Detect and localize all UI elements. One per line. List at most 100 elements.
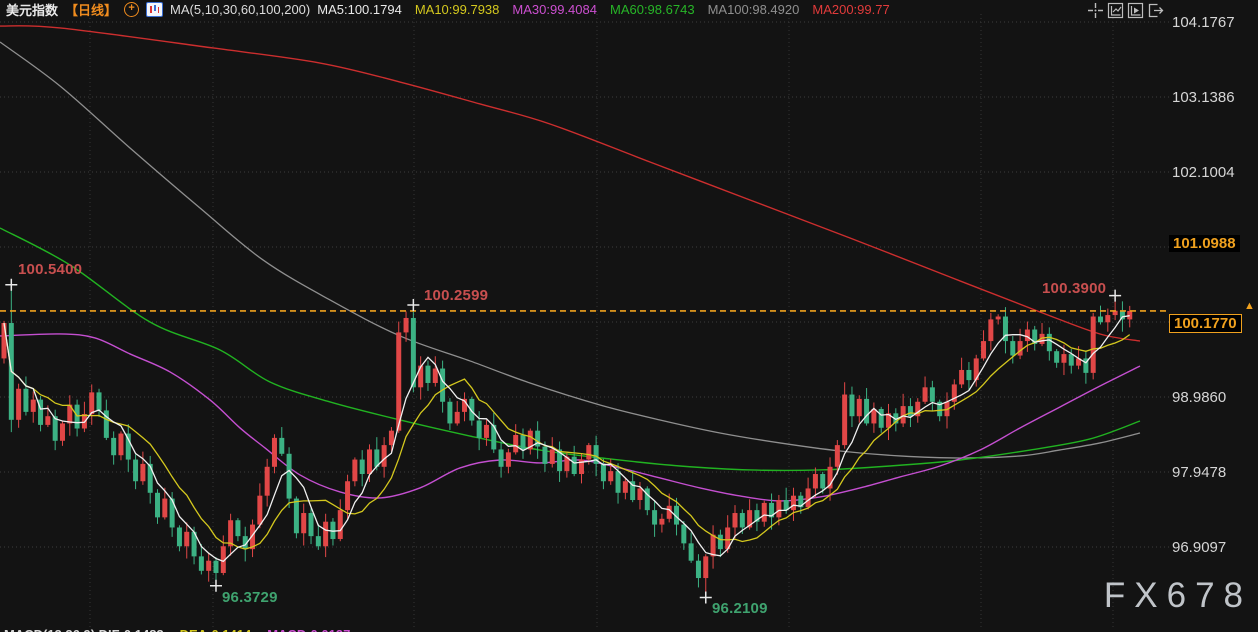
current-price-tag: 100.1770	[1169, 314, 1242, 333]
extreme-price-annotation: 100.2599	[424, 287, 488, 304]
candle	[477, 421, 482, 438]
chart-play-icon[interactable]	[1127, 2, 1144, 19]
extreme-price-annotation: 96.2109	[712, 600, 768, 617]
candle	[352, 460, 357, 482]
circle-plus-icon[interactable]: +	[124, 2, 139, 17]
candle	[718, 535, 723, 549]
chart-axes-icon[interactable]	[1107, 2, 1124, 19]
ma-current-values: MA5:100.1794MA10:99.7938MA30:99.4084MA60…	[317, 2, 902, 17]
candle	[550, 449, 555, 463]
candle	[155, 493, 160, 518]
candle	[1098, 317, 1103, 323]
candle	[1054, 351, 1059, 363]
clipped-indicator-segment: DEA:0.1414	[180, 627, 252, 632]
candle	[360, 460, 365, 474]
candle	[257, 496, 262, 525]
candle	[111, 438, 116, 455]
candle	[440, 369, 445, 402]
candle	[484, 425, 489, 438]
candle	[681, 525, 686, 544]
candle	[382, 445, 387, 467]
candle	[235, 520, 240, 536]
candle	[521, 435, 526, 449]
candle	[60, 423, 65, 440]
chart-toolbar	[1087, 2, 1164, 19]
candle	[572, 457, 577, 474]
ma60-line	[0, 228, 1140, 471]
candle	[162, 499, 167, 518]
candle	[1120, 311, 1125, 320]
y-axis-label: 98.9860	[1172, 389, 1226, 406]
exit-right-icon[interactable]	[1147, 2, 1164, 19]
candle	[31, 400, 36, 412]
candle	[652, 510, 657, 524]
candle	[996, 317, 1001, 320]
candle	[367, 449, 372, 474]
ma-value-label: MA200:99.77	[812, 2, 889, 17]
candle	[1105, 315, 1110, 322]
candle	[294, 499, 299, 534]
symbol-name: 美元指数	[6, 0, 58, 19]
candle	[733, 513, 738, 527]
y-axis-label: 97.9478	[1172, 464, 1226, 481]
candlestick-chart-icon[interactable]	[146, 2, 163, 17]
candle	[75, 405, 80, 429]
candle	[542, 447, 547, 464]
chart-header: 美元指数 【日线】 + MA(5,10,30,60,100,200) MA5:1…	[6, 1, 903, 17]
candle	[404, 318, 409, 332]
candle	[608, 471, 613, 481]
candle	[118, 434, 123, 456]
candle	[316, 536, 321, 546]
candle	[148, 464, 153, 493]
candle	[126, 434, 131, 460]
extreme-price-annotation: 100.3900	[1042, 280, 1106, 297]
candle	[206, 561, 211, 571]
candle	[879, 409, 884, 428]
ma100-line	[0, 42, 1140, 458]
candle	[703, 556, 708, 578]
scroll-to-latest-arrow-icon[interactable]: ▲	[1244, 301, 1255, 311]
candle	[1061, 354, 1066, 363]
extreme-cross-marker	[210, 580, 222, 592]
candle	[637, 488, 642, 500]
candle	[813, 474, 818, 488]
candle	[265, 467, 270, 496]
extreme-price-annotation: 100.5400	[18, 261, 82, 278]
clipped-indicator-row: MACD(12,26,9) DIF:0.1483DEA:0.1414MACD:0…	[4, 627, 366, 632]
candle	[301, 513, 306, 533]
candle	[199, 556, 204, 570]
candle	[820, 474, 825, 488]
candle	[791, 496, 796, 510]
candle	[97, 392, 102, 410]
candle	[586, 445, 591, 459]
candle	[1010, 341, 1015, 355]
candle	[425, 366, 430, 383]
candle	[287, 454, 292, 499]
ma-value-label: MA5:100.1794	[317, 2, 402, 17]
y-axis-label: 104.1767	[1172, 14, 1235, 31]
candle	[177, 527, 182, 546]
y-axis-label: 103.1386	[1172, 89, 1235, 106]
candle	[908, 406, 913, 416]
candle	[23, 389, 28, 412]
candle	[323, 522, 328, 547]
candle	[835, 445, 840, 467]
candle	[966, 370, 971, 380]
candle	[411, 318, 416, 387]
candle	[659, 519, 664, 525]
candle	[740, 513, 745, 527]
candle	[2, 323, 7, 358]
candle	[279, 438, 284, 454]
candle	[1127, 311, 1132, 319]
candle	[667, 506, 672, 519]
extreme-price-annotation: 96.3729	[222, 589, 278, 606]
ma-value-label: MA60:98.6743	[610, 2, 695, 17]
price-chart-canvas[interactable]	[0, 0, 1258, 632]
period-selector[interactable]: 【日线】	[65, 0, 117, 19]
candle	[871, 409, 876, 423]
dollar-index-daily-chart-window: 美元指数 【日线】 + MA(5,10,30,60,100,200) MA5:1…	[0, 0, 1258, 632]
crosshair-icon[interactable]	[1087, 2, 1104, 19]
ma-settings-label[interactable]: MA(5,10,30,60,100,200)	[170, 2, 310, 17]
fx678-watermark: FX678	[1104, 576, 1252, 616]
candle	[696, 561, 701, 578]
